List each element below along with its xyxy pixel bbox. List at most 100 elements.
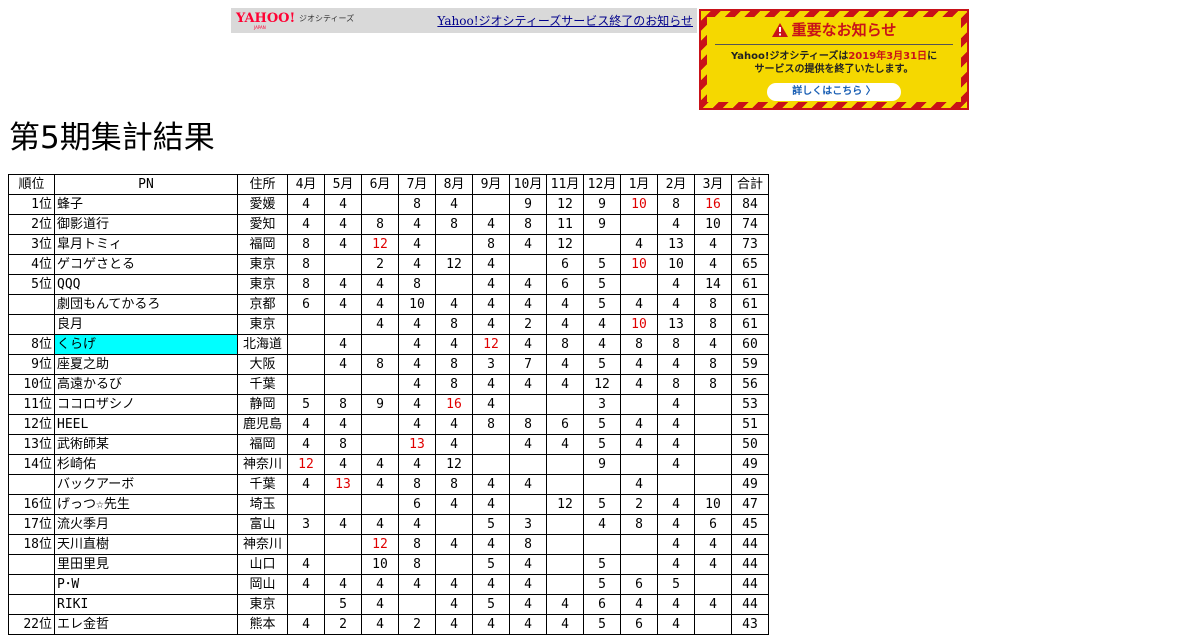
- pen-name-cell: 劇団もんてかるろ: [54, 294, 238, 315]
- address-cell: 神奈川: [237, 454, 288, 475]
- month-score-cell: 8: [546, 334, 584, 355]
- month-score-cell: 4: [583, 314, 621, 335]
- total-cell: 61: [731, 274, 769, 295]
- pen-name-cell: 杉崎佑: [54, 454, 238, 475]
- month-score-cell: 4: [324, 274, 362, 295]
- month-score-cell: 4: [509, 474, 547, 495]
- month-score-cell: 4: [657, 394, 695, 415]
- table-row: 17位 流火季月 富山 3 4 4 4 5 3 4 8 4 6 45: [8, 514, 769, 535]
- month-score-cell: [287, 594, 325, 615]
- month-score-cell: 4: [620, 294, 658, 315]
- table-row: 4位 ゲコゲさとる 東京 8 2 4 12 4 6 5 10 10 4 65: [8, 254, 769, 275]
- table-row: 2位 御影道行 愛知 4 4 8 4 8 4 8 11 9 4 10 74: [8, 214, 769, 235]
- total-cell: 60: [731, 334, 769, 355]
- month-score-cell: [694, 474, 732, 495]
- month-score-cell: [509, 254, 547, 275]
- address-cell: 東京: [237, 274, 288, 295]
- month-score-cell: 3: [583, 394, 621, 415]
- yahoo-geocities-bar: YAHOO! JAPAN ジオシティーズ Yahoo!ジオシティーズサービス終了…: [231, 8, 697, 33]
- details-button[interactable]: 詳しくはこちら 〉: [767, 83, 901, 101]
- month-score-cell: [546, 474, 584, 495]
- month-score-cell: 4: [398, 454, 436, 475]
- month-score-cell: 4: [509, 614, 547, 635]
- month-score-cell: 4: [324, 354, 362, 375]
- month-score-cell: 4: [472, 214, 510, 235]
- month-score-cell: 5: [583, 274, 621, 295]
- month-score-cell: 3: [509, 514, 547, 535]
- important-notice-banner[interactable]: 重要なお知らせ Yahoo!ジオシティーズは2019年3月31日に サービスの提…: [699, 9, 969, 110]
- month-score-cell: [620, 534, 658, 555]
- rank-cell: 16位: [8, 494, 55, 515]
- month-score-cell: 4: [361, 454, 399, 475]
- address-cell: 東京: [237, 254, 288, 275]
- address-cell: 東京: [237, 314, 288, 335]
- rank-cell: 22位: [8, 614, 55, 635]
- month-score-cell: 13: [324, 474, 362, 495]
- month-score-cell: 4: [546, 314, 584, 335]
- month-score-cell: 4: [361, 314, 399, 335]
- month-score-cell: 10: [694, 494, 732, 515]
- total-cell: 59: [731, 354, 769, 375]
- pen-name-cell: 蜂子: [54, 194, 238, 215]
- month-score-cell: 4: [472, 534, 510, 555]
- month-score-cell: 14: [694, 274, 732, 295]
- table-row: 8位 くらげ 北海道 4 4 4 12 4 8 4 8 8 4 60: [8, 334, 769, 355]
- pen-name-cell: 御影道行: [54, 214, 238, 235]
- month-score-cell: 4: [324, 574, 362, 595]
- rank-cell: 5位: [8, 274, 55, 295]
- pen-name-cell: 天川直樹: [54, 534, 238, 555]
- month-score-cell: 4: [472, 374, 510, 395]
- total-cell: 49: [731, 474, 769, 495]
- table-row: P･W 岡山 4 4 4 4 4 4 4 5 6 5 44: [8, 574, 769, 595]
- month-score-cell: 5: [583, 554, 621, 575]
- pen-name-cell: バックアーボ: [54, 474, 238, 495]
- month-score-cell: [361, 494, 399, 515]
- month-score-cell: 4: [398, 214, 436, 235]
- yahoo-japan-logo[interactable]: YAHOO!: [236, 11, 295, 26]
- month-score-cell: 4: [287, 434, 325, 455]
- month-score-cell: 4: [398, 314, 436, 335]
- month-score-cell: [435, 514, 473, 535]
- month-score-cell: [583, 474, 621, 495]
- address-cell: 山口: [237, 554, 288, 575]
- notice-body-pre: Yahoo!ジオシティーズは: [730, 51, 849, 62]
- table-row: RIKI 東京 5 4 4 5 4 4 6 4 4 4 44: [8, 594, 769, 615]
- service-end-notice-link[interactable]: Yahoo!ジオシティーズサービス終了のお知らせ: [437, 12, 693, 29]
- month-score-cell: [324, 554, 362, 575]
- month-score-cell: 5: [657, 574, 695, 595]
- month-score-cell: 4: [435, 414, 473, 435]
- month-score-cell: 13: [657, 234, 695, 255]
- table-row: 16位 げっつ☆先生 埼玉 6 4 4 12 5 2 4 10 47: [8, 494, 769, 515]
- rank-cell: 11位: [8, 394, 55, 415]
- column-header: 順位: [8, 174, 55, 195]
- month-score-cell: 13: [398, 434, 436, 455]
- month-score-cell: 3: [472, 354, 510, 375]
- month-score-cell: 4: [287, 474, 325, 495]
- month-score-cell: 4: [657, 454, 695, 475]
- month-score-cell: 10: [398, 294, 436, 315]
- month-score-cell: 5: [583, 434, 621, 455]
- pen-name-cell: エレ金哲: [54, 614, 238, 635]
- month-score-cell: 5: [287, 394, 325, 415]
- month-score-cell: 4: [620, 234, 658, 255]
- month-score-cell: 4: [546, 294, 584, 315]
- address-cell: 熊本: [237, 614, 288, 635]
- month-score-cell: [398, 594, 436, 615]
- month-score-cell: 4: [694, 594, 732, 615]
- rank-cell: 12位: [8, 414, 55, 435]
- month-score-cell: 8: [287, 234, 325, 255]
- pen-name-cell: げっつ☆先生: [54, 494, 238, 515]
- month-score-cell: 4: [435, 434, 473, 455]
- table-row: 14位 杉崎佑 神奈川 12 4 4 4 12 9 4 49: [8, 454, 769, 475]
- month-score-cell: 4: [546, 434, 584, 455]
- month-score-cell: 4: [324, 234, 362, 255]
- month-score-cell: 13: [657, 314, 695, 335]
- month-score-cell: 12: [435, 454, 473, 475]
- month-score-cell: 4: [287, 574, 325, 595]
- month-score-cell: 4: [324, 214, 362, 235]
- month-score-cell: 5: [583, 574, 621, 595]
- month-score-cell: 4: [287, 554, 325, 575]
- month-score-cell: 8: [657, 334, 695, 355]
- notice-body-date: 2019年3月31日: [848, 51, 928, 62]
- month-score-cell: [583, 534, 621, 555]
